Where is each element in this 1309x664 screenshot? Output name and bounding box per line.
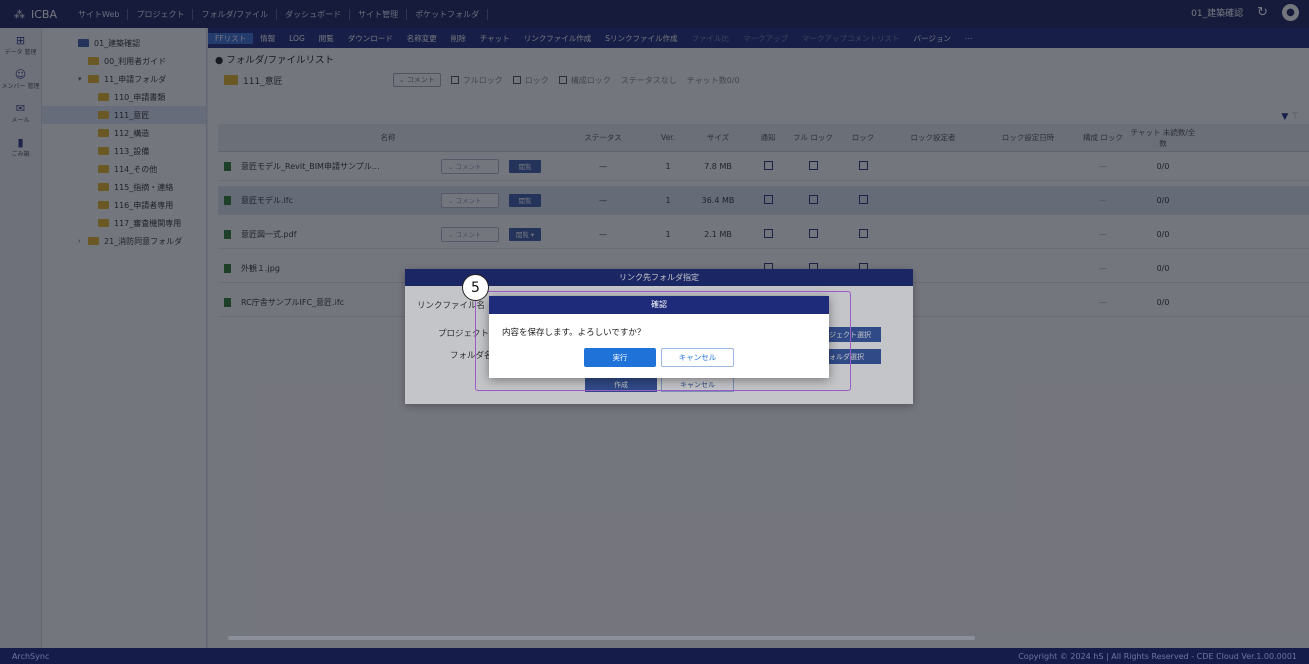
copyright: Copyright © 2024 hS | All Rights Reserve… bbox=[1018, 651, 1297, 661]
highlight-box bbox=[475, 291, 851, 391]
step-number-marker: 5 bbox=[462, 274, 489, 301]
scrollbar-thumb[interactable] bbox=[228, 636, 975, 640]
horizontal-scrollbar[interactable] bbox=[228, 636, 1282, 641]
footer-brand: ArchSync bbox=[12, 651, 50, 661]
footer: ArchSync Copyright © 2024 hS | All Right… bbox=[0, 648, 1309, 664]
